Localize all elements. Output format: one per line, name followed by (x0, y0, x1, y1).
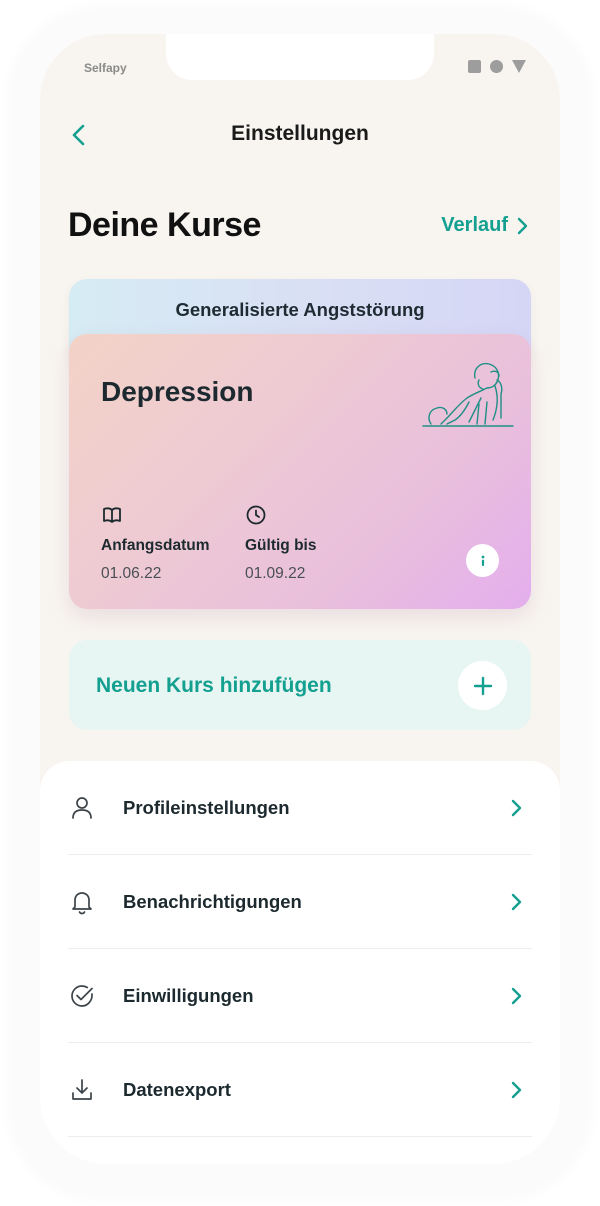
settings-item-label: Benachrichtigungen (123, 890, 302, 912)
circle-icon (490, 60, 503, 73)
start-date-block: Anfangsdatum 01.06.22 (101, 504, 210, 583)
bell-icon (68, 888, 96, 916)
phone-screen: Selfapy Einstellungen Deine Kurse Verlau… (40, 34, 560, 1164)
stacked-course-title: Generalisierte Angststörung (175, 299, 425, 320)
history-link[interactable]: Verlauf (441, 214, 528, 237)
thinking-person-illustration (422, 362, 514, 427)
person-icon (68, 794, 96, 822)
chevron-right-icon (506, 986, 526, 1006)
plus-button[interactable] (458, 661, 507, 710)
info-button[interactable] (466, 544, 499, 577)
settings-list: Profileinstellungen Benachrichtigungen E… (40, 761, 560, 1164)
chevron-right-icon (506, 1080, 526, 1100)
settings-item-profile[interactable]: Profileinstellungen (68, 761, 532, 855)
chevron-right-icon (506, 798, 526, 818)
chevron-right-icon (517, 217, 528, 234)
valid-until-value: 01.09.22 (245, 565, 306, 582)
check-circle-icon (68, 982, 96, 1010)
add-course-label: Neuen Kurs hinzufügen (96, 674, 332, 697)
courses-heading: Deine Kurse (68, 206, 261, 244)
settings-item-label: Datenexport (123, 1078, 231, 1100)
start-date-value: 01.06.22 (101, 565, 162, 582)
chevron-right-icon (506, 892, 526, 912)
device-notch (166, 34, 434, 80)
triangle-icon (512, 60, 526, 73)
status-icons (468, 60, 526, 73)
carrier-label: Selfapy (84, 61, 127, 75)
valid-until-block: Gültig bis 01.09.22 (245, 504, 316, 583)
settings-item-consents[interactable]: Einwilligungen (68, 949, 532, 1043)
settings-item-label: Einwilligungen (123, 984, 254, 1006)
page-title: Einstellungen (231, 122, 369, 145)
start-date-label: Anfangsdatum (101, 537, 210, 554)
active-course-name: Depression (101, 376, 254, 407)
settings-item-data-export[interactable]: Datenexport (68, 1043, 532, 1137)
valid-until-label: Gültig bis (245, 537, 317, 554)
course-card-active[interactable]: Depression Anfangsdatum 01.06.22 Gültig … (69, 334, 531, 609)
download-icon (68, 1076, 96, 1104)
clock-icon (246, 505, 266, 525)
add-course-button[interactable]: Neuen Kurs hinzufügen (69, 640, 531, 730)
plus-icon (473, 676, 492, 695)
square-icon (468, 60, 481, 73)
book-icon (103, 507, 121, 523)
info-icon (481, 555, 484, 566)
history-label: Verlauf (441, 214, 508, 236)
settings-item-label: Profileinstellungen (123, 796, 290, 818)
settings-item-notifications[interactable]: Benachrichtigungen (68, 855, 532, 949)
